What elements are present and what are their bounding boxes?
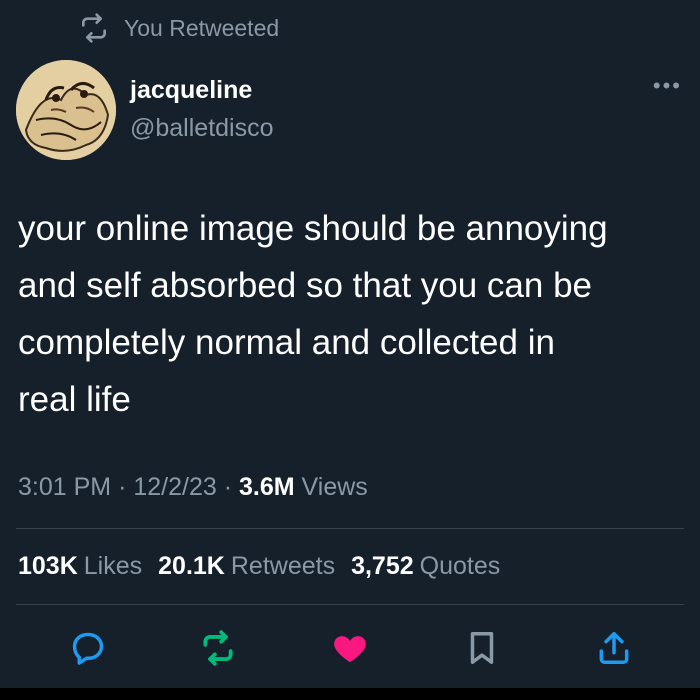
divider xyxy=(16,604,684,605)
bottom-bar xyxy=(0,688,700,700)
tweet-meta: 3:01 PM · 12/2/23 · 3.6M Views xyxy=(18,470,368,504)
share-button[interactable] xyxy=(590,624,638,672)
author-block[interactable]: jacqueline @balletdisco xyxy=(130,74,274,144)
share-icon xyxy=(599,632,629,664)
divider xyxy=(16,528,684,529)
tweet-text: your online image should be annoying and… xyxy=(18,209,608,419)
bookmark-icon xyxy=(470,632,494,664)
meta-separator: · xyxy=(223,473,239,501)
like-button[interactable] xyxy=(326,624,374,672)
more-icon[interactable]: ••• xyxy=(653,75,682,97)
reply-icon xyxy=(72,632,104,665)
avatar[interactable] xyxy=(16,60,116,160)
display-name[interactable]: jacqueline xyxy=(130,74,274,106)
user-handle[interactable]: @balletdisco xyxy=(130,112,274,144)
action-bar xyxy=(0,624,700,672)
retweet-icon xyxy=(82,13,106,43)
views-count: 3.6M xyxy=(239,473,295,501)
tweet-date[interactable]: 12/2/23 xyxy=(133,473,216,501)
engagement-stats: 103K Likes 20.1K Retweets 3,752 Quotes xyxy=(18,549,500,583)
retweet-button[interactable] xyxy=(194,624,242,672)
tweet-time[interactable]: 3:01 PM xyxy=(18,473,111,501)
views-label: Views xyxy=(301,473,368,501)
retweet-indicator-label: You Retweeted xyxy=(124,14,280,41)
stat-retweets[interactable]: 20.1K Retweets xyxy=(158,549,335,583)
heart-icon xyxy=(334,636,366,663)
retweet-indicator: You Retweeted xyxy=(78,12,279,44)
meta-separator: · xyxy=(118,473,134,501)
bookmark-button[interactable] xyxy=(458,624,506,672)
retweet-icon xyxy=(203,630,233,666)
reply-button[interactable] xyxy=(64,624,112,672)
stat-quotes[interactable]: 3,752 Quotes xyxy=(351,549,500,583)
stat-likes[interactable]: 103K Likes xyxy=(18,549,142,583)
